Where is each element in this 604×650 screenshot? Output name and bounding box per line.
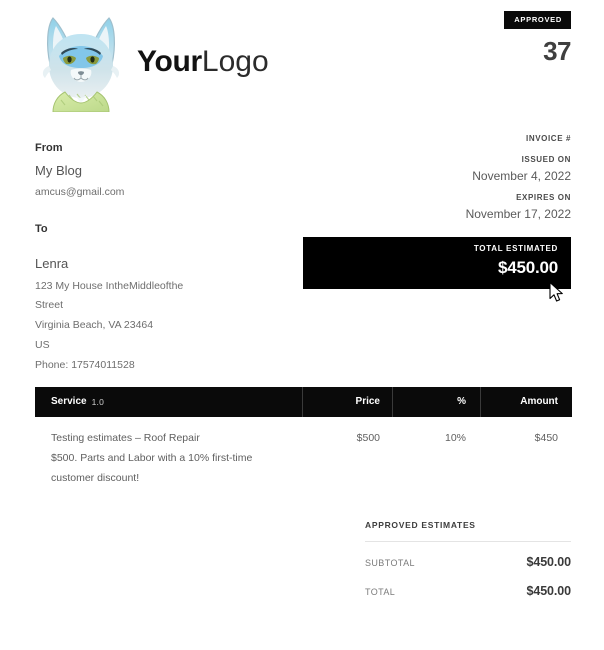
status-badge: APPROVED <box>504 11 571 29</box>
invoice-number: 37 <box>543 36 571 66</box>
summary-row-subtotal: SUBTOTAL $450.00 <box>365 555 571 570</box>
issued-on-value: November 4, 2022 <box>472 168 571 183</box>
from-name: My Blog <box>35 163 82 179</box>
column-header-price: Price <box>302 387 392 417</box>
line-item-percent: 10% <box>444 432 466 444</box>
to-name: Lenra <box>35 256 69 272</box>
expires-on-value: November 17, 2022 <box>465 206 571 221</box>
subtotal-label: SUBTOTAL <box>365 558 415 569</box>
issued-on-label: ISSUED ON <box>521 155 571 165</box>
expires-on-label: EXPIRES ON <box>516 193 571 203</box>
logo-text-light: Logo <box>201 45 269 78</box>
line-item-description: Testing estimates – Roof Repair $500. Pa… <box>35 429 302 489</box>
brand-logo[interactable]: YourLogo <box>35 12 269 112</box>
to-city-state-zip: Virginia Beach, VA 23464 <box>35 319 154 332</box>
summary-row-total: TOTAL $450.00 <box>365 584 571 599</box>
column-header-service-version: 1.0 <box>91 396 105 407</box>
parties-block: From My Blog amcus@gmail.com To Lenra 12… <box>35 142 295 377</box>
line-item-price: $500 <box>356 432 380 444</box>
logo-wordmark: YourLogo <box>137 47 269 77</box>
summary-block: APPROVED ESTIMATES SUBTOTAL $450.00 TOTA… <box>365 520 571 613</box>
total-estimated-label: TOTAL ESTIMATED <box>473 244 558 253</box>
table-header-row: Service 1.0 Price % Amount <box>35 387 572 417</box>
total-value: $450.00 <box>526 584 572 599</box>
to-label: To <box>35 223 48 236</box>
table-row: Testing estimates – Roof Repair $500. Pa… <box>35 417 572 489</box>
to-phone: Phone: 17574011528 <box>35 358 135 371</box>
invoice-header: YourLogo APPROVED 37 <box>0 0 604 130</box>
from-label: From <box>35 142 63 154</box>
line-item-amount: $450 <box>534 432 558 444</box>
total-label: TOTAL <box>365 587 396 598</box>
invoice-number-label: INVOICE # <box>526 134 571 143</box>
column-header-amount: Amount <box>480 387 572 417</box>
total-estimated-value: $450.00 <box>497 257 558 277</box>
summary-title: APPROVED ESTIMATES <box>365 520 476 530</box>
invoice-page: YourLogo APPROVED 37 From My Blog amcus@… <box>0 0 604 650</box>
column-header-service-label: Service <box>51 396 87 407</box>
line-item-description-line: $500. Parts and Labor with a 10% first-t… <box>51 451 253 464</box>
line-items-table: Service 1.0 Price % Amount Testing estim… <box>35 387 572 489</box>
line-item-description-line: customer discount! <box>51 471 140 484</box>
fox-avatar-logo-icon <box>42 17 120 112</box>
to-address-line-2: Street <box>35 299 64 312</box>
line-item-description-line: Testing estimates – Roof Repair <box>51 432 200 444</box>
column-header-percent: % <box>392 387 480 417</box>
total-estimated-box: TOTAL ESTIMATED $450.00 <box>303 237 571 289</box>
logo-text-bold: Your <box>137 45 202 78</box>
from-email: amcus@gmail.com <box>35 186 125 199</box>
to-country: US <box>35 338 50 351</box>
subtotal-value: $450.00 <box>526 555 572 570</box>
summary-divider <box>365 541 571 543</box>
column-header-service: Service 1.0 <box>35 387 302 417</box>
to-address-line-1: 123 My House IntheMiddleofthe <box>35 279 184 292</box>
invoice-meta-block: INVOICE # ISSUED ON November 4, 2022 EXP… <box>351 134 571 231</box>
